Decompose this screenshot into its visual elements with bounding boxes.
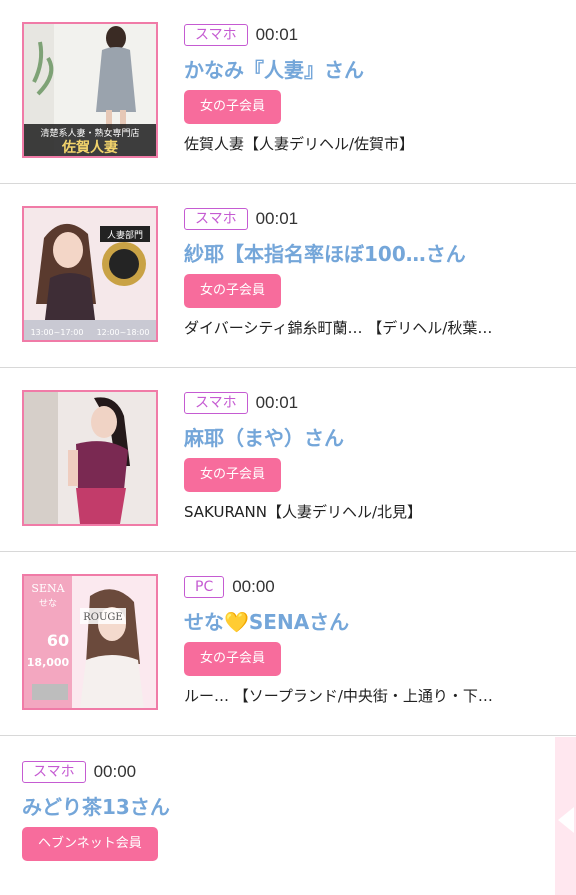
member-badge: 女の子会員 (184, 642, 282, 676)
thumb-price: 18,000 (27, 656, 70, 669)
member-badge: 女の子会員 (184, 458, 282, 492)
list-item[interactable]: 清楚系人妻・熟女専門店 佐賀人妻 スマホ 00:01 かなみ『人妻』さん 女の子… (0, 0, 576, 184)
post-time: 00:01 (255, 208, 299, 228)
post-time: 00:01 (255, 392, 299, 412)
list-item[interactable]: 人妻部門 13:00~17:00 12:00~18:00 スマホ 00:01 紗… (0, 184, 576, 368)
profile-thumbnail[interactable]: 清楚系人妻・熟女専門店 佐賀人妻 (22, 22, 158, 158)
shop-info[interactable]: ルー… 【ソープランド/中央街・上通り・下… (184, 685, 564, 706)
girl-name-link[interactable]: 麻耶（まや）さん (184, 426, 564, 450)
list-item[interactable]: スマホ 00:01 麻耶（まや）さん 女の子会員 SAKURANN【人妻デリヘル… (0, 368, 576, 552)
device-tag: スマホ (184, 23, 248, 46)
girl-name-link[interactable]: 紗耶【本指名率ほぼ100…さん (184, 242, 564, 266)
profile-thumbnail[interactable]: SENA せな 60 18,000 ROUGE (22, 574, 158, 710)
post-time: 00:01 (255, 24, 299, 44)
shop-info[interactable]: ダイバーシティ錦糸町蘭… 【デリヘル/秋葉… (184, 317, 564, 338)
device-tag: PC (184, 575, 225, 598)
list-item[interactable]: SENA せな 60 18,000 ROUGE PC 00:00 せな💛SENA… (0, 552, 576, 736)
profile-thumbnail[interactable]: 人妻部門 13:00~17:00 12:00~18:00 (22, 206, 158, 342)
thumb-caption-2: せな (39, 598, 57, 609)
shop-info[interactable]: 佐賀人妻【人妻デリヘル/佐賀市】 (184, 133, 564, 154)
thumb-caption: 人妻部門 (107, 229, 143, 241)
thumb-caption: 清楚系人妻・熟女専門店 (40, 127, 139, 139)
item-content: スマホ 00:01 かなみ『人妻』さん 女の子会員 佐賀人妻【人妻デリヘル/佐賀… (184, 22, 564, 154)
list-item[interactable]: スマホ 00:00 みどり茶13さん ヘブンネット会員 (0, 737, 576, 895)
item-content: スマホ 00:01 紗耶【本指名率ほぼ100…さん 女の子会員 ダイバーシティ錦… (184, 206, 564, 338)
item-content: PC 00:00 せな💛SENAさん 女の子会員 ルー… 【ソープランド/中央街… (184, 574, 564, 706)
member-badge: ヘブンネット会員 (22, 827, 158, 861)
thumb-minutes: 60 (47, 631, 69, 650)
member-name-link[interactable]: みどり茶13さん (22, 795, 564, 819)
item-content: スマホ 00:01 麻耶（まや）さん 女の子会員 SAKURANN【人妻デリヘル… (184, 390, 564, 522)
device-tag: スマホ (184, 391, 248, 414)
activity-list: 清楚系人妻・熟女専門店 佐賀人妻 スマホ 00:01 かなみ『人妻』さん 女の子… (0, 0, 576, 895)
member-badge: 女の子会員 (184, 274, 282, 308)
device-tag: スマホ (22, 760, 86, 783)
thumb-caption: SENA (31, 582, 65, 595)
thumb-logo: 佐賀人妻 (61, 139, 118, 156)
profile-thumbnail[interactable] (22, 390, 158, 526)
post-time: 00:00 (93, 761, 137, 781)
girl-name-link[interactable]: せな💛SENAさん (184, 610, 564, 634)
post-time: 00:00 (232, 576, 275, 596)
item-content: スマホ 00:00 みどり茶13さん ヘブンネット会員 (22, 759, 564, 861)
member-badge: 女の子会員 (184, 90, 282, 124)
shop-info[interactable]: SAKURANN【人妻デリヘル/北見】 (184, 501, 564, 522)
thumb-brand: ROUGE (83, 612, 122, 623)
device-tag: スマホ (184, 207, 248, 230)
thumb-time-left: 13:00~17:00 (31, 328, 84, 337)
girl-name-link[interactable]: かなみ『人妻』さん (184, 58, 564, 82)
thumb-time-right: 12:00~18:00 (97, 328, 150, 337)
